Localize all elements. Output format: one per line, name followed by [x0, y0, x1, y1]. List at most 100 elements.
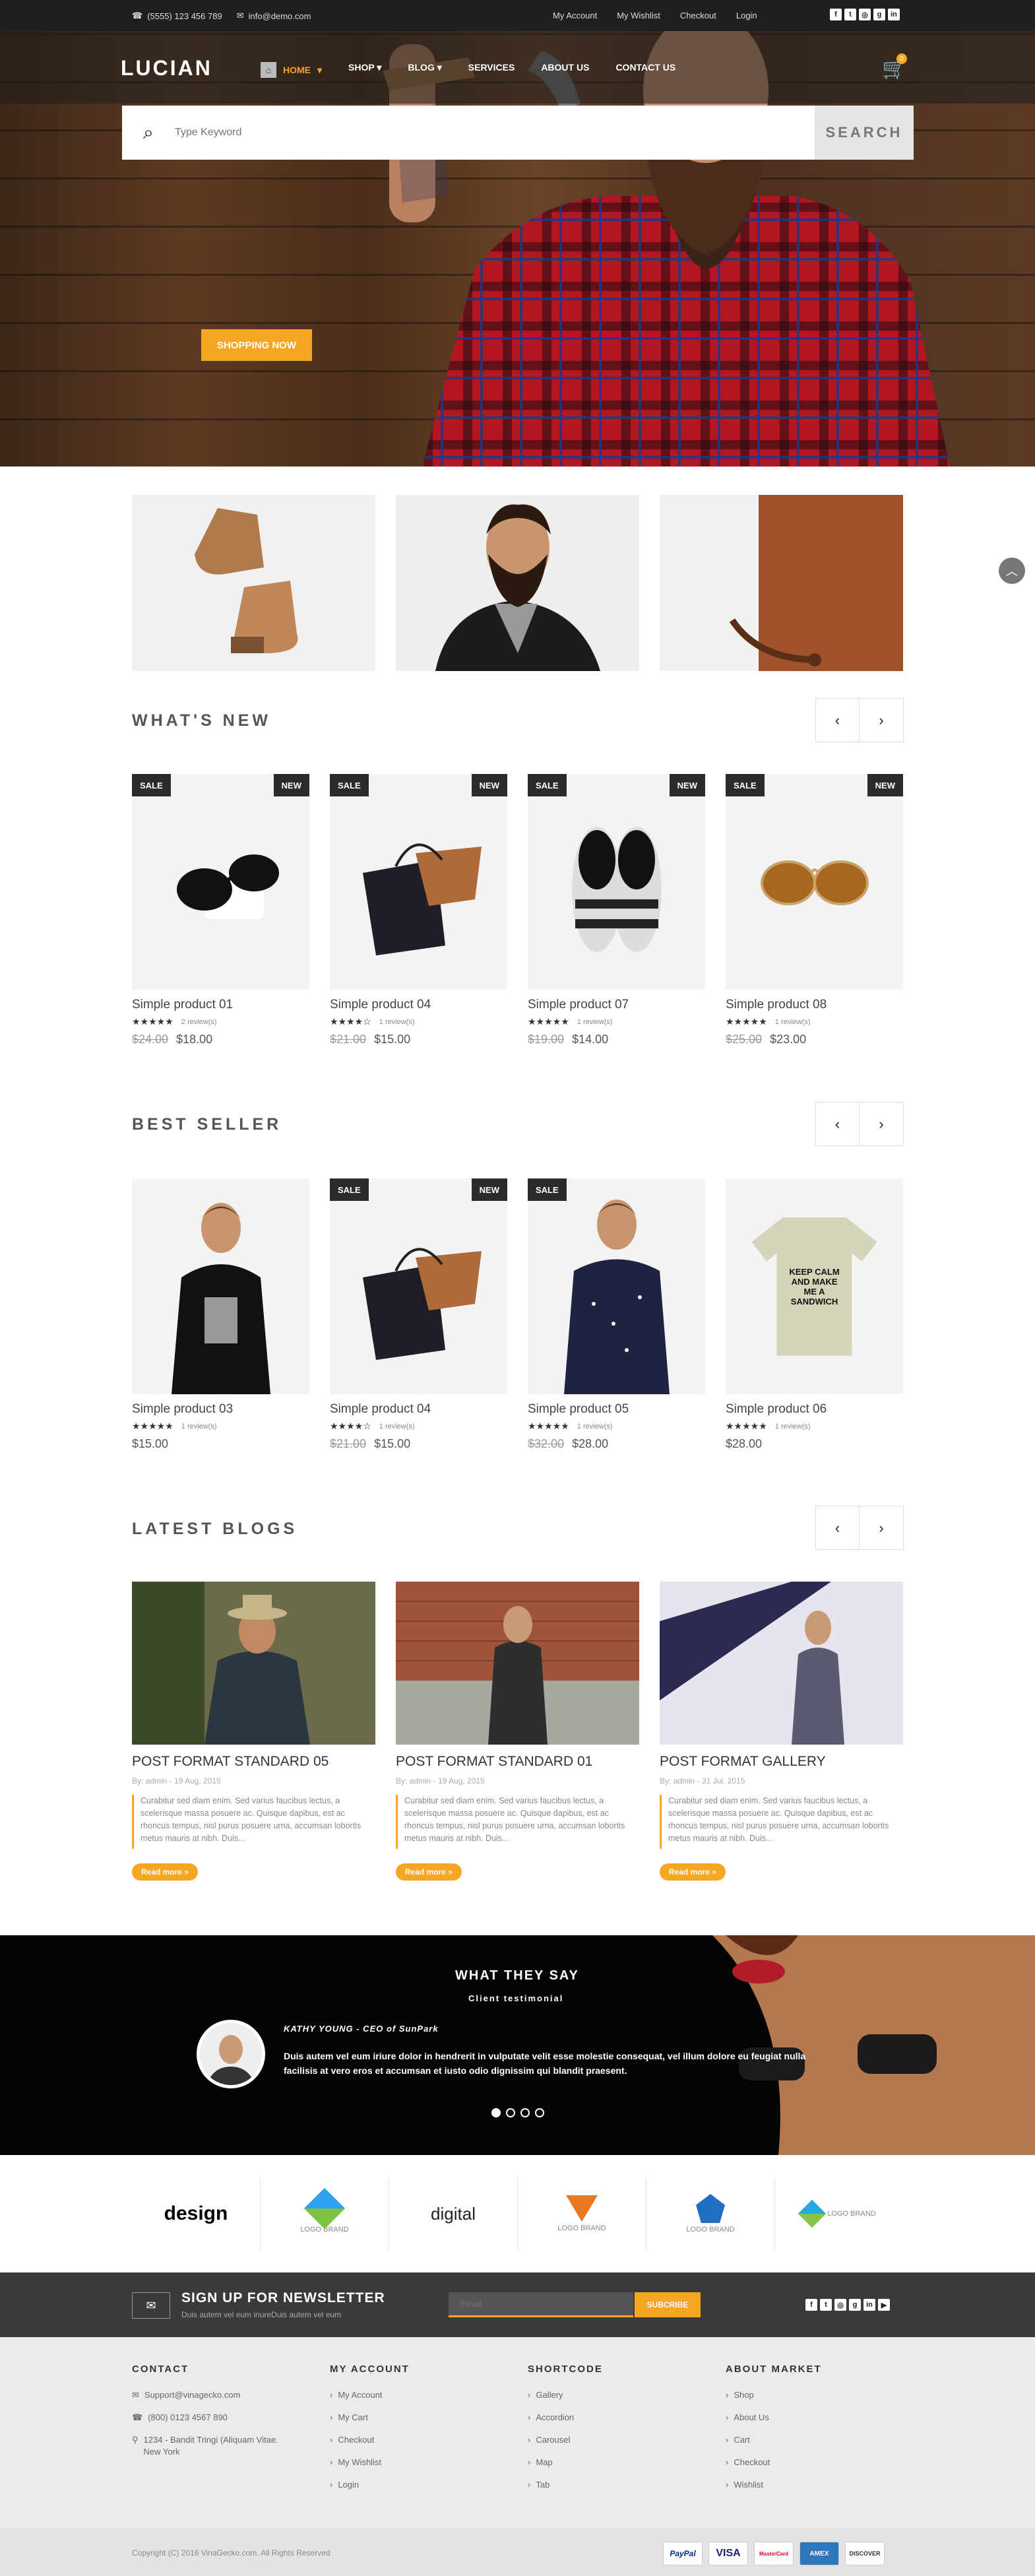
nav-services[interactable]: SERVICES: [468, 62, 515, 78]
review-count: 1 review(s): [577, 1017, 613, 1026]
product-card[interactable]: SALE NEW Simple product 08 ★★★★★ 1 review(…: [726, 774, 903, 1046]
product-card[interactable]: SALE NEW Simple product 04 ★★★★☆ 1 review(…: [330, 774, 507, 1046]
google-plus-icon[interactable]: g: [873, 9, 885, 20]
next-arrow-icon[interactable]: ›: [860, 1102, 904, 1146]
google-plus-icon[interactable]: g: [849, 2299, 861, 2311]
product-name[interactable]: Simple product 08: [726, 998, 903, 1012]
footer-link[interactable]: › Shop: [726, 2389, 910, 2401]
promo-banner-man[interactable]: [396, 495, 639, 671]
product-name[interactable]: Simple product 05: [528, 1402, 705, 1417]
section-title-best-seller: BEST SELLER: [132, 1115, 282, 1134]
login-link[interactable]: Login: [736, 11, 757, 20]
brand-logo[interactable]: LOGO BRAND: [261, 2177, 389, 2250]
blog-card: POST FORMAT STANDARD 01 By: admin - 19 A…: [396, 1582, 639, 1881]
next-arrow-icon[interactable]: ›: [860, 1506, 904, 1550]
footer-link[interactable]: › Cart: [726, 2434, 910, 2446]
brand-logo[interactable]: LOGO BRAND: [646, 2177, 775, 2250]
sale-badge: SALE: [528, 774, 567, 796]
footer-link[interactable]: › Gallery: [528, 2389, 712, 2401]
youtube-icon[interactable]: ▶: [878, 2299, 890, 2311]
product-name[interactable]: Simple product 07: [528, 998, 705, 1012]
pagination-dot[interactable]: [520, 2108, 530, 2117]
footer-link[interactable]: › Wishlist: [726, 2479, 910, 2491]
footer-link[interactable]: › Login: [330, 2479, 515, 2491]
instagram-icon[interactable]: ◎: [834, 2299, 846, 2311]
linkedin-icon[interactable]: in: [888, 9, 900, 20]
product-card[interactable]: KEEP CALM AND MAKE ME A SANDWICH Simple …: [726, 1178, 903, 1451]
review-count: 1 review(s): [774, 1422, 811, 1431]
read-more-button[interactable]: Read more »: [660, 1863, 726, 1881]
product-name[interactable]: Simple product 03: [132, 1402, 309, 1417]
search-button[interactable]: SEARCH: [815, 106, 914, 160]
footer-link[interactable]: › Carousel: [528, 2434, 712, 2446]
my-account-link[interactable]: My Account: [553, 11, 597, 20]
blog-image-man-stairs[interactable]: [660, 1582, 903, 1745]
footer-link[interactable]: › My Wishlist: [330, 2457, 515, 2468]
facebook-icon[interactable]: f: [830, 9, 842, 20]
facebook-icon[interactable]: f: [805, 2299, 817, 2311]
nav-home[interactable]: ⌂ HOME ▾: [261, 62, 322, 78]
subscribe-button[interactable]: SUBCRIBE: [635, 2292, 701, 2317]
prev-arrow-icon[interactable]: ‹: [815, 698, 860, 742]
newsletter-email-input[interactable]: [449, 2292, 633, 2317]
blog-title[interactable]: POST FORMAT STANDARD 01: [396, 1754, 639, 1770]
handbag-image: [363, 1248, 482, 1360]
twitter-icon[interactable]: t: [820, 2299, 832, 2311]
scroll-to-top-button[interactable]: ︿: [999, 558, 1025, 584]
footer-link[interactable]: › Checkout: [726, 2457, 910, 2468]
brand-logo[interactable]: LOGO BRAND: [775, 2177, 903, 2250]
nav-contact[interactable]: CONTACT US: [615, 62, 675, 78]
product-name[interactable]: Simple product 01: [132, 998, 309, 1012]
twitter-icon[interactable]: t: [844, 9, 856, 20]
blog-title[interactable]: POST FORMAT GALLERY: [660, 1754, 903, 1770]
footer-my-account: MY ACCOUNT › My Account › My Cart › Chec…: [330, 2364, 515, 2501]
man-black-tee-image: [172, 1203, 270, 1394]
prev-arrow-icon[interactable]: ‹: [815, 1102, 860, 1146]
promo-banner-boots[interactable]: [132, 495, 375, 671]
blog-title[interactable]: POST FORMAT STANDARD 05: [132, 1754, 375, 1770]
footer-link[interactable]: › My Account: [330, 2389, 515, 2401]
nav-about[interactable]: ABOUT US: [541, 62, 589, 78]
brand-logo[interactable]: digital: [389, 2177, 518, 2250]
nav-shop[interactable]: SHOP ▾: [348, 62, 381, 78]
product-name[interactable]: Simple product 06: [726, 1402, 903, 1417]
read-more-button[interactable]: Read more »: [132, 1863, 199, 1881]
brand-logo[interactable]: LOGO BRAND: [518, 2177, 646, 2250]
blog-image-man-hat[interactable]: [132, 1582, 375, 1745]
my-wishlist-link[interactable]: My Wishlist: [617, 11, 660, 20]
next-arrow-icon[interactable]: ›: [860, 698, 904, 742]
footer-link[interactable]: › Accordion: [528, 2412, 712, 2424]
brand-logo[interactable]: design: [132, 2177, 261, 2250]
footer-link[interactable]: › Checkout: [330, 2434, 515, 2446]
old-price: $24.00: [132, 1033, 169, 1046]
shopping-now-button[interactable]: SHOPPING NOW: [201, 329, 312, 361]
product-name[interactable]: Simple product 04: [330, 998, 507, 1012]
linkedin-icon[interactable]: in: [863, 2299, 875, 2311]
pagination-dot[interactable]: [491, 2108, 501, 2117]
product-card[interactable]: Simple product 03 ★★★★★ 1 review(s) $15.0…: [132, 1178, 309, 1451]
blog-meta: By: admin - 31 Jul, 2015: [660, 1776, 745, 1786]
blog-excerpt: Curabitur sed diam enim. Sed varius fauc…: [132, 1795, 375, 1849]
footer-about-market: ABOUT MARKET › Shop › About Us › Cart › …: [726, 2364, 910, 2501]
prev-arrow-icon[interactable]: ‹: [815, 1506, 860, 1550]
checkout-link[interactable]: Checkout: [680, 11, 716, 20]
footer-link[interactable]: › Tab: [528, 2479, 712, 2491]
cart-button[interactable]: 🛒 0: [882, 53, 907, 80]
product-name[interactable]: Simple product 04: [330, 1402, 507, 1417]
footer-link[interactable]: › My Cart: [330, 2412, 515, 2424]
footer-link[interactable]: › About Us: [726, 2412, 910, 2424]
instagram-icon[interactable]: ◎: [859, 9, 871, 20]
blog-image-man-blazer[interactable]: [396, 1582, 639, 1745]
read-more-button[interactable]: Read more »: [396, 1863, 462, 1881]
product-card[interactable]: SALE Simple product 05 ★★★★★ 1 review(s) …: [528, 1178, 705, 1451]
promo-banner-bag[interactable]: [660, 495, 903, 671]
product-card[interactable]: SALE NEW Simple product 01 ★★★★★ 2 review(…: [132, 774, 309, 1046]
footer-link[interactable]: › Map: [528, 2457, 712, 2468]
pagination-dot[interactable]: [506, 2108, 515, 2117]
pagination-dot[interactable]: [535, 2108, 544, 2117]
nav-blog[interactable]: BLOG ▾: [408, 62, 441, 78]
search-input[interactable]: [175, 106, 815, 160]
site-logo[interactable]: LUCIAN: [121, 56, 212, 80]
product-card[interactable]: SALE NEW Simple product 07 ★★★★★ 1 review(…: [528, 774, 705, 1046]
product-card[interactable]: SALE NEW Simple product 04 ★★★★☆ 1 review(…: [330, 1178, 507, 1451]
